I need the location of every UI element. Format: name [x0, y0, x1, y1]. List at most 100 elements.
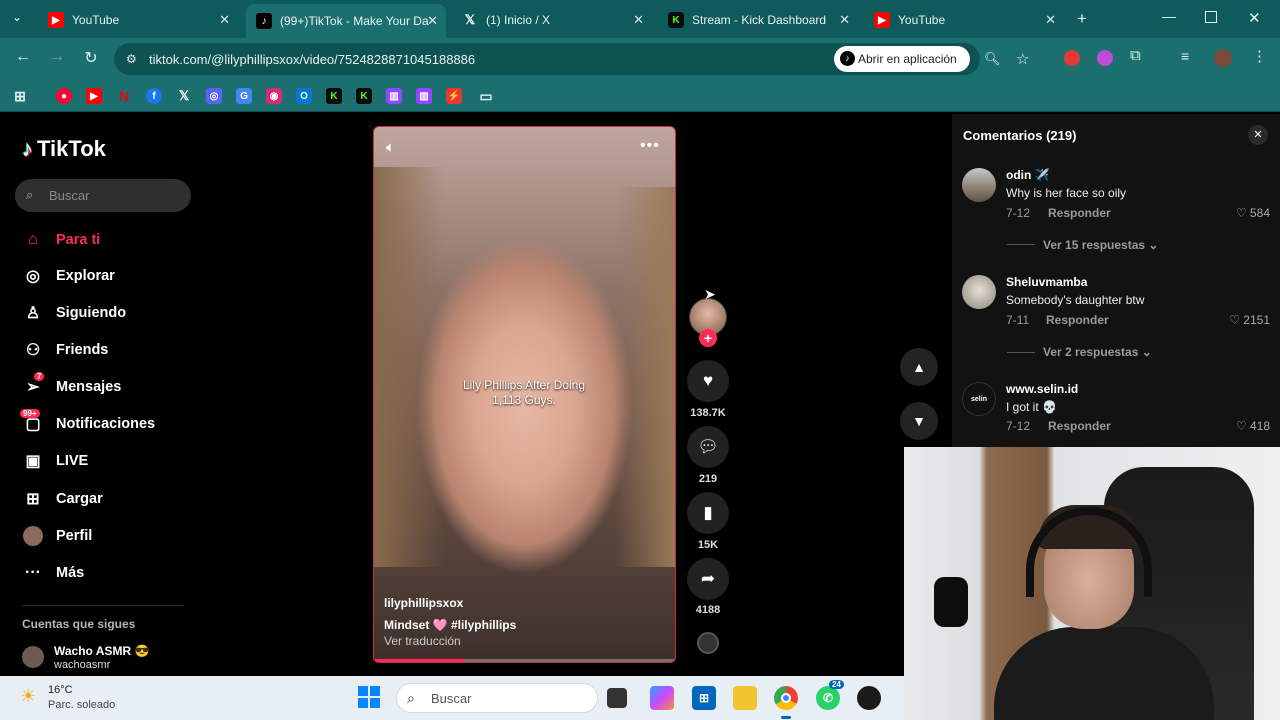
view-replies-button[interactable]: Ver 2 respuestas ⌄ [1043, 345, 1152, 359]
reply-button[interactable]: Responder [1048, 206, 1111, 220]
search-input[interactable]: ⌕ Buscar [15, 179, 191, 212]
app-icon[interactable] [857, 686, 881, 710]
bookmark-folder-icon[interactable]: ▭ [478, 88, 494, 104]
share-button[interactable]: ➦ [687, 558, 729, 600]
like-button[interactable]: ♥ [687, 360, 729, 402]
bookmark-facebook-icon[interactable]: f [146, 88, 162, 104]
comment-user[interactable]: Sheluvmamba [1006, 275, 1087, 289]
site-settings-icon[interactable]: ⚙ [126, 52, 137, 66]
tiktok-logo[interactable]: ♪ TikTok [22, 136, 106, 162]
puzzle-icon[interactable]: ⧉ [1130, 47, 1141, 64]
sidebar-item-perfil[interactable]: Perfil [22, 523, 92, 549]
follow-button[interactable]: + [699, 329, 717, 347]
forward-arrow-icon[interactable]: → [46, 48, 68, 66]
new-tab-button[interactable]: + [1077, 9, 1087, 29]
close-icon[interactable]: ✕ [427, 13, 438, 29]
comment-button[interactable]: 💬︎ [687, 426, 729, 468]
avatar[interactable]: selin [962, 382, 996, 416]
tab-youtube-2[interactable]: ▶ YouTube ✕ [864, 6, 1064, 34]
avatar[interactable] [1214, 49, 1232, 67]
bookmark-youtube-icon[interactable]: ▶ [86, 88, 102, 104]
tab-tiktok[interactable]: ♪ (99+)TikTok - Make Your Da ✕ [246, 4, 446, 38]
taskbar-search-input[interactable]: ⌕ Buscar [396, 683, 598, 713]
extension-icon[interactable] [1064, 50, 1080, 66]
bookmark-twitch-icon[interactable]: ▥ [416, 88, 432, 104]
close-icon[interactable]: ✕ [633, 12, 644, 28]
bookmark-twitch-icon[interactable]: ▥ [386, 88, 402, 104]
close-icon[interactable]: ✕ [219, 12, 230, 28]
apps-grid-icon[interactable]: ⊞ [12, 88, 28, 104]
extension-icon[interactable] [1097, 50, 1113, 66]
close-icon[interactable]: ✕ [839, 12, 850, 28]
sidebar-item-live[interactable]: ▣ LIVE [22, 448, 88, 474]
save-button[interactable]: ▮ [687, 492, 729, 534]
following-icon: ♙ [25, 305, 41, 322]
volume-icon[interactable]: 🔈︎ [386, 139, 395, 156]
comment-user[interactable]: www.selin.id [1006, 382, 1078, 396]
bookmark-bolt-icon[interactable]: ⚡ [446, 88, 462, 104]
bookmark-youtube-music-icon[interactable]: ● [56, 88, 72, 104]
kebab-menu-icon[interactable]: ⋮ [1252, 47, 1267, 65]
bookmark-outlook-icon[interactable]: O [296, 88, 312, 104]
restore-button[interactable] [1205, 11, 1217, 23]
open-in-app-button[interactable]: ♪ Abrir en aplicación [834, 46, 970, 72]
kick-icon: K [668, 12, 684, 28]
back-arrow-icon[interactable]: ← [12, 48, 34, 66]
zoom-icon[interactable]: 🔍︎ [984, 51, 1001, 67]
file-explorer-icon[interactable] [733, 686, 757, 710]
progress-track[interactable] [374, 659, 675, 662]
bookmark-star-icon[interactable]: ☆ [1016, 50, 1029, 68]
bookmark-kick-icon[interactable]: K [356, 88, 372, 104]
close-comments-button[interactable]: ✕ [1248, 125, 1268, 145]
weather-temp[interactable]: 16°C [48, 684, 73, 696]
sidebar-item-siguiendo[interactable]: ♙ Siguiendo [22, 300, 126, 326]
store-icon[interactable]: ⊞ [692, 686, 716, 710]
reload-icon[interactable]: ↻ [80, 48, 102, 68]
following-account[interactable]: Wacho ASMR 😎 wachoasmr [22, 644, 192, 672]
comment-user[interactable]: odin ✈️ [1006, 168, 1050, 182]
task-view-icon[interactable] [607, 688, 627, 708]
comment-like-button[interactable]: ♡ 2151 [1220, 313, 1270, 327]
bookmark-discord-icon[interactable]: ◎ [206, 88, 222, 104]
view-replies-label: Ver 2 respuestas [1043, 345, 1139, 359]
sidebar-item-cargar[interactable]: ⊞ Cargar [22, 486, 102, 512]
whatsapp-icon[interactable]: ✆ 24 [816, 680, 844, 710]
bookmark-kick-icon[interactable]: K [326, 88, 342, 104]
sidebar-item-friends[interactable]: ⚇ Friends [22, 337, 109, 363]
close-icon[interactable]: ✕ [1045, 12, 1056, 28]
comment-like-button[interactable]: ♡ 418 [1220, 419, 1270, 433]
sidebar-item-explorar[interactable]: ◎ Explorar [22, 263, 115, 289]
tab-x[interactable]: 𝕏 (1) Inicio / X ✕ [452, 6, 652, 34]
video-more-icon[interactable]: ••• [640, 137, 660, 155]
weather-icon[interactable]: ☀ [20, 686, 36, 707]
translate-link[interactable]: Ver traducción [384, 634, 461, 648]
previous-video-button[interactable]: ▲ [900, 348, 938, 386]
bookmark-netflix-icon[interactable]: N [116, 88, 132, 104]
tab-youtube-1[interactable]: ▶ YouTube ✕ [38, 6, 238, 34]
bookmark-instagram-icon[interactable]: ◉ [266, 88, 282, 104]
next-video-button[interactable]: ▼ [900, 402, 938, 440]
bookmark-translate-icon[interactable]: G [236, 88, 252, 104]
media-control-icon[interactable]: ≡ [1181, 48, 1189, 64]
reply-button[interactable]: Responder [1046, 313, 1109, 327]
music-disc-icon[interactable] [697, 632, 719, 654]
view-replies-button[interactable]: Ver 15 respuestas ⌄ [1043, 238, 1158, 252]
comment-like-button[interactable]: ♡ 584 [1220, 206, 1270, 220]
close-window-button[interactable]: ✕ [1248, 9, 1261, 27]
video-player[interactable]: 🔈︎ ••• Lily Phillips After Doing 1,113 G… [373, 126, 676, 663]
reply-button[interactable]: Responder [1048, 419, 1111, 433]
tab-search-chevron-icon[interactable]: ⌄ [12, 10, 22, 24]
sidebar-item-mensajes[interactable]: ➢ 7 Mensajes [22, 372, 121, 400]
windows-start-icon[interactable] [358, 686, 380, 708]
chrome-icon[interactable] [774, 686, 798, 710]
minimize-button[interactable]: — [1162, 8, 1176, 24]
bookmark-x-icon[interactable]: 𝕏 [176, 88, 192, 104]
sidebar-item-para-ti[interactable]: ⌂ Para ti [22, 227, 100, 253]
copilot-icon[interactable] [650, 686, 674, 710]
sidebar-item-notificaciones[interactable]: ▢ 99+ Notificaciones [20, 409, 155, 437]
sidebar-item-mas[interactable]: ··· Más [22, 560, 84, 586]
avatar[interactable] [962, 275, 996, 309]
tab-kick[interactable]: K Stream - Kick Dashboard ✕ [658, 6, 858, 34]
video-author[interactable]: lilyphillipsxox [384, 596, 463, 610]
avatar[interactable] [962, 168, 996, 202]
